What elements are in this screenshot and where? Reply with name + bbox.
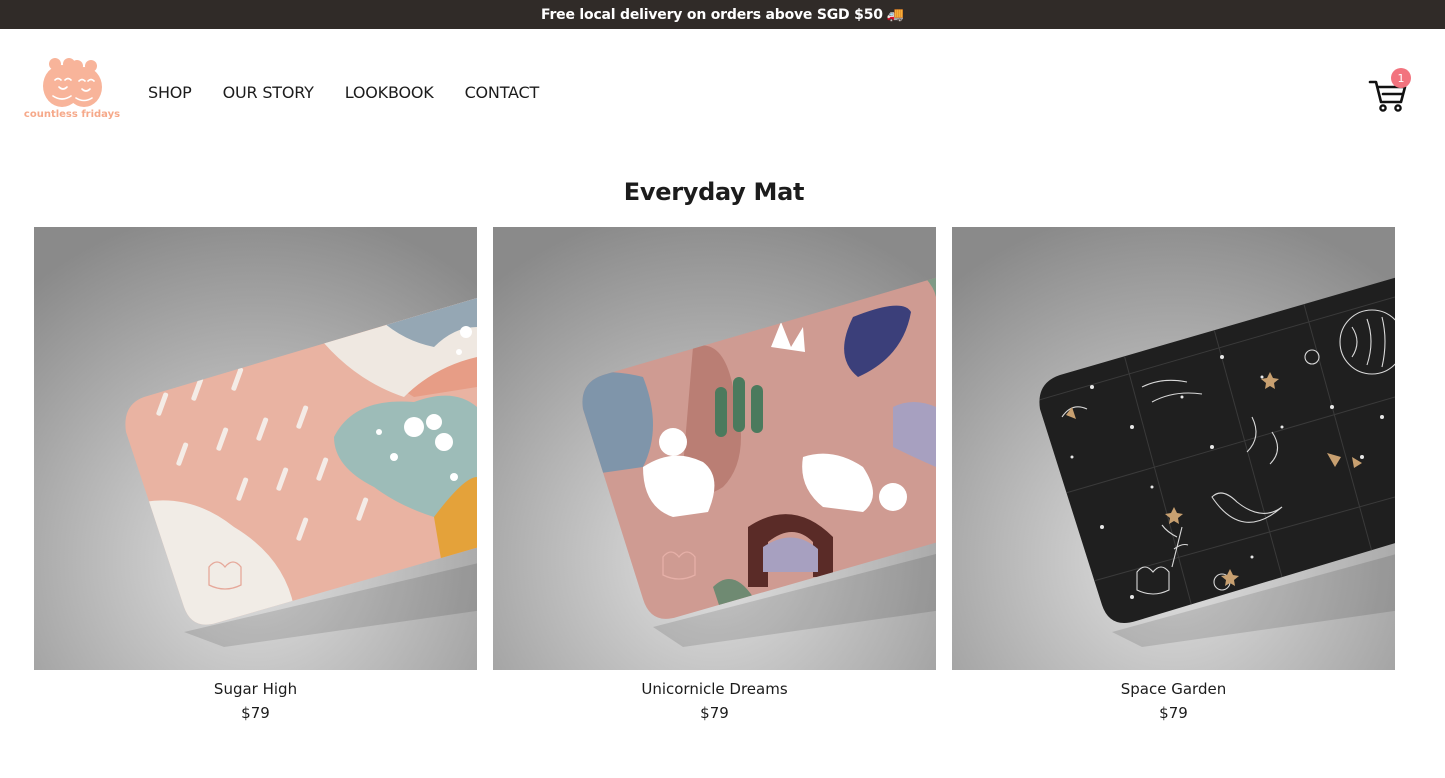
cart-count-badge: 1 [1391,68,1411,88]
main-nav: SHOP OUR STORY LOOKBOOK CONTACT [148,83,570,103]
page-title: Everyday Mat [623,178,805,206]
nav-our-story[interactable]: OUR STORY [223,83,314,103]
unicornicle-dreams-mat-image [493,227,936,670]
product-name[interactable]: Space Garden [952,680,1395,698]
product-card[interactable]: Sugar High $79 [34,227,477,722]
product-price: $79 [1159,704,1188,722]
product-price: $79 [241,704,270,722]
brand-name: countless fridays [23,109,121,120]
nav-lookbook[interactable]: LOOKBOOK [345,83,434,103]
truck-icon: 🚚 [886,6,905,23]
product-card[interactable]: Space Garden $79 [952,227,1395,722]
product-price: $79 [700,704,729,722]
announcement-text: Free local delivery on orders above SGD … [540,6,883,23]
space-garden-mat-image [952,227,1395,670]
nav-contact[interactable]: CONTACT [465,83,540,103]
product-name[interactable]: Sugar High [34,680,477,698]
product-image[interactable] [34,227,477,670]
product-image[interactable] [493,227,936,670]
product-name[interactable]: Unicornicle Dreams [493,680,936,698]
sugar-high-mat-image [34,227,477,670]
cart-button[interactable]: 1 [1367,68,1411,114]
announcement-bar: Free local delivery on orders above SGD … [0,0,1445,29]
bears-logo-icon [43,58,102,107]
product-grid: Sugar High $79 Unicornicle Dreams $79 Sp… [34,227,1395,722]
brand-logo[interactable]: countless fridays [23,56,121,124]
nav-shop[interactable]: SHOP [148,83,192,103]
product-image[interactable] [952,227,1395,670]
product-card[interactable]: Unicornicle Dreams $79 [493,227,936,722]
